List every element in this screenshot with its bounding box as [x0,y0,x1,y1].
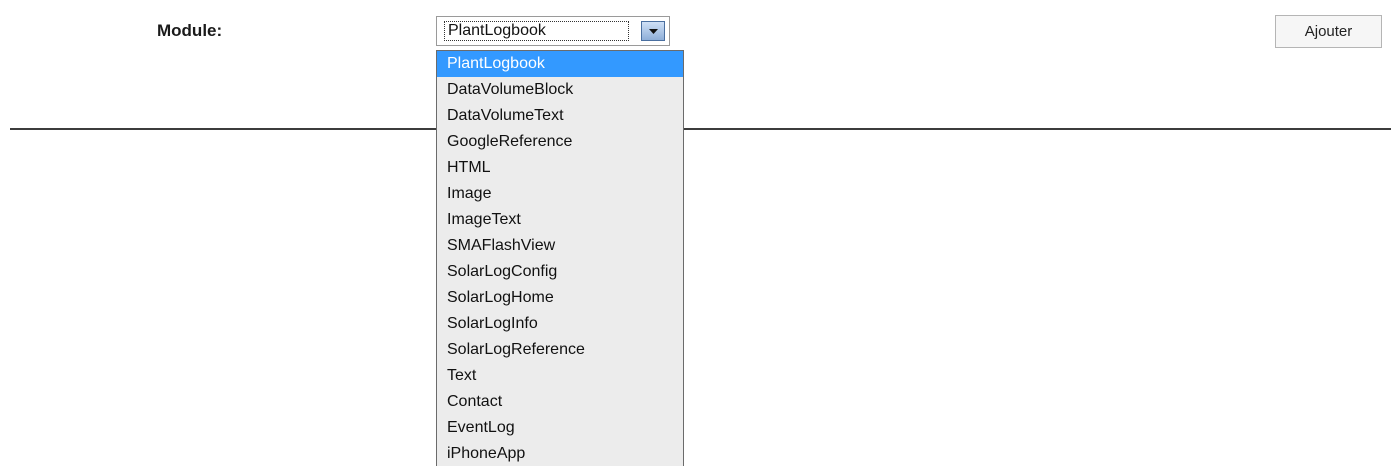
add-button[interactable]: Ajouter [1275,15,1382,48]
dropdown-option[interactable]: DataVolumeBlock [437,77,683,103]
dropdown-option[interactable]: ImageText [437,207,683,233]
dropdown-option[interactable]: Text [437,363,683,389]
dropdown-option[interactable]: SolarLogHome [437,285,683,311]
module-select-value[interactable]: PlantLogbook [444,21,629,41]
dropdown-option[interactable]: SMAFlashView [437,233,683,259]
chevron-down-icon [649,29,658,34]
dropdown-option[interactable]: Image [437,181,683,207]
dropdown-arrow-button[interactable] [641,21,665,41]
dropdown-option[interactable]: GoogleReference [437,129,683,155]
dropdown-option[interactable]: HTML [437,155,683,181]
dropdown-option[interactable]: PlantLogbook [437,51,683,77]
divider [10,128,1391,130]
dropdown-option[interactable]: SolarLogReference [437,337,683,363]
dropdown-option[interactable]: SolarLogConfig [437,259,683,285]
dropdown-option[interactable]: EventLog [437,415,683,441]
module-label: Module: [157,21,223,40]
module-dropdown-list[interactable]: PlantLogbook DataVolumeBlock DataVolumeTex… [436,50,684,466]
dropdown-option[interactable]: DataVolumeText [437,103,683,129]
dropdown-option[interactable]: SolarLogInfo [437,311,683,337]
dropdown-option[interactable]: iPhoneApp [437,441,683,466]
dropdown-option[interactable]: Contact [437,389,683,415]
module-select[interactable]: PlantLogbook [436,16,670,46]
page: Module: PlantLogbook Ajouter PlantLogboo… [0,0,1391,466]
